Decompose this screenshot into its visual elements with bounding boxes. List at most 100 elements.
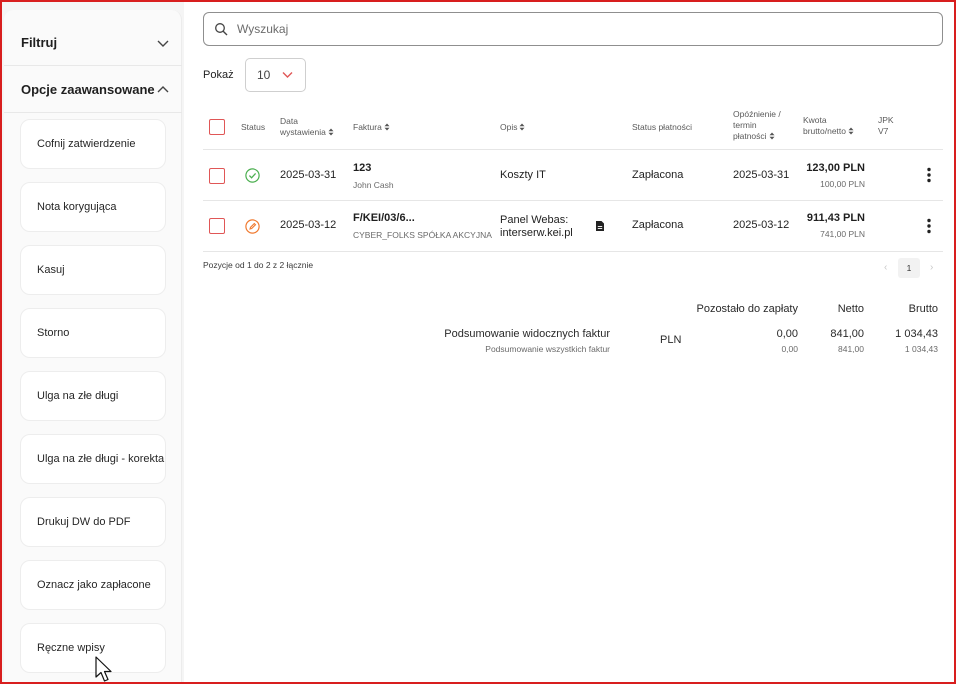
pencil-circle-icon [245, 219, 260, 234]
mark-as-paid-label: Oznacz jako zapłacone [37, 579, 151, 591]
due-date: 2025-03-31 [733, 169, 790, 181]
header-issue-date-l1: Data [280, 116, 298, 126]
description: Koszty IT [500, 169, 546, 181]
summary-visible-gross: 1 034,43 [895, 328, 938, 340]
summary-header-net: Netto [837, 303, 864, 315]
manual-entries-label: Ręczne wpisy [37, 642, 105, 654]
more-options-icon[interactable] [926, 218, 932, 234]
filter-toggle[interactable]: Filtruj [4, 20, 182, 66]
header-jpk-l1: JPK [878, 115, 894, 125]
row-checkbox[interactable] [209, 218, 225, 234]
header-payment-status: Status płatności [632, 122, 693, 132]
sort-icon [328, 128, 334, 136]
summary-all-gross: 1 034,43 [904, 344, 938, 354]
header-issue-date[interactable]: Data wystawienia [280, 116, 334, 138]
page-size-value: 10 [257, 68, 271, 82]
header-amount-l2: brutto/netto [803, 126, 847, 136]
mark-as-paid-button[interactable]: Oznacz jako zapłacone [20, 560, 166, 610]
page-1-button[interactable]: 1 [898, 258, 920, 278]
page-number: 1 [906, 263, 912, 273]
sort-icon [384, 123, 390, 131]
summary-header-gross: Brutto [908, 303, 938, 315]
correction-note-button[interactable]: Nota korygująca [20, 182, 166, 232]
pagination-info: Pozycje od 1 do 2 z 2 łącznie [203, 260, 314, 270]
payment-status: Zapłacona [632, 219, 684, 231]
table-row[interactable]: 2025-03-31 123 John Cash Koszty IT Zapła… [203, 150, 943, 201]
header-amount-l1: Kwota [803, 115, 827, 125]
header-jpk: JPK V7 [878, 115, 894, 137]
undo-approval-button[interactable]: Cofnij zatwierdzenie [20, 119, 166, 169]
header-description[interactable]: Opis [500, 122, 525, 133]
invoice-party: CYBER_FOLKS SPÓŁKA AKCYJNA [353, 230, 492, 240]
summary-all-remaining: 0,00 [781, 344, 798, 354]
payment-status: Zapłacona [632, 169, 684, 181]
mouse-cursor-icon [95, 656, 112, 682]
more-options-icon[interactable] [926, 167, 932, 183]
storno-button[interactable]: Storno [20, 308, 166, 358]
invoice-party: John Cash [353, 180, 394, 190]
header-amount[interactable]: Kwota brutto/netto [803, 115, 854, 137]
summary-header-remaining: Pozostało do zapłaty [696, 303, 798, 315]
print-dw-pdf-label: Drukuj DW do PDF [37, 516, 131, 528]
header-invoice[interactable]: Faktura [353, 122, 390, 133]
filter-label: Filtruj [21, 35, 58, 50]
sidebar: Filtruj Opcje zaawansowane Cofnij zatwie… [2, 2, 184, 682]
check-circle-icon [245, 168, 260, 183]
sort-icon [769, 132, 775, 140]
issue-date: 2025-03-12 [280, 219, 337, 231]
table-row[interactable]: 2025-03-12 F/KEI/03/6... CYBER_FOLKS SPÓ… [203, 201, 943, 252]
advanced-options-label: Opcje zaawansowane [21, 82, 155, 97]
net-amount: 100,00 PLN [820, 179, 865, 189]
summary-visible-remaining: 0,00 [776, 328, 798, 340]
search-box [203, 12, 943, 46]
invoice-number[interactable]: F/KEI/03/6... [353, 212, 415, 224]
bad-debt-relief-correction-label: Ulga na złe długi - korekta [37, 453, 165, 465]
search-input[interactable] [237, 22, 917, 36]
table-header: Status Data wystawienia Faktura Opis Sta… [203, 104, 943, 150]
gross-amount: 911,43 PLN [806, 212, 865, 224]
summary-currency: PLN [660, 334, 682, 346]
header-description-label: Opis [500, 122, 518, 132]
search-icon [215, 23, 228, 36]
document-icon[interactable] [596, 221, 604, 231]
due-date: 2025-03-12 [733, 219, 790, 231]
summary-visible-net: 841,00 [830, 328, 864, 340]
summary-all-net: 841,00 [838, 344, 864, 354]
delete-button[interactable]: Kasuj [20, 245, 166, 295]
sort-icon [848, 127, 854, 135]
net-amount: 741,00 PLN [820, 229, 865, 239]
header-delay[interactable]: Opóźnienie / termin płatności [733, 109, 781, 142]
header-delay-l1: Opóźnienie / [733, 109, 781, 119]
correction-note-label: Nota korygująca [37, 201, 117, 213]
header-delay-l2: termin [733, 120, 757, 130]
sort-icon [519, 123, 525, 131]
header-status: Status [241, 122, 266, 132]
header-delay-l3: płatności [733, 131, 767, 141]
page-size-select[interactable]: 10 [245, 58, 306, 92]
bad-debt-relief-button[interactable]: Ulga na złe długi [20, 371, 166, 421]
sidebar-panel: Filtruj Opcje zaawansowane Cofnij zatwie… [4, 10, 182, 682]
chevron-down-icon [282, 72, 293, 78]
undo-approval-label: Cofnij zatwierdzenie [37, 138, 136, 150]
chevron-up-icon [157, 85, 169, 92]
header-issue-date-l2: wystawienia [280, 127, 326, 137]
chevron-down-icon [157, 40, 169, 47]
manual-entries-button[interactable]: Ręczne wpisy [20, 623, 166, 673]
issue-date: 2025-03-31 [280, 169, 337, 181]
bad-debt-relief-correction-button[interactable]: Ulga na złe długi - korekta [20, 434, 166, 484]
storno-label: Storno [37, 327, 70, 339]
select-all-checkbox[interactable] [209, 119, 225, 135]
show-label: Pokaż [203, 69, 234, 81]
description-line-2: interserw.kei.pl [500, 227, 573, 239]
header-invoice-label: Faktura [353, 122, 382, 132]
row-checkbox[interactable] [209, 168, 225, 184]
description-line-1: Panel Webas: [500, 214, 569, 226]
next-page-button[interactable]: › [930, 262, 933, 273]
advanced-options-toggle[interactable]: Opcje zaawansowane [4, 67, 182, 113]
prev-page-button[interactable]: ‹ [884, 262, 887, 273]
gross-amount: 123,00 PLN [806, 162, 865, 174]
invoice-number[interactable]: 123 [353, 162, 371, 174]
delete-label: Kasuj [37, 264, 65, 276]
header-jpk-l2: V7 [878, 126, 889, 136]
print-dw-pdf-button[interactable]: Drukuj DW do PDF [20, 497, 166, 547]
